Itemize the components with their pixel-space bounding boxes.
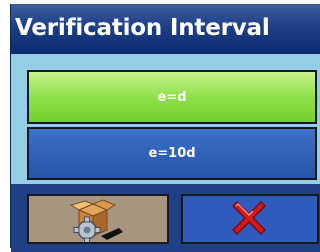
- title-bar: Verification Interval: [11, 4, 320, 54]
- cancel-softkey-button[interactable]: [181, 194, 319, 244]
- options-list: e=d e=10d: [11, 54, 320, 184]
- softkey-bar: [11, 184, 320, 252]
- red-x-cancel-icon: [232, 201, 266, 235]
- dialog-title: Verification Interval: [15, 15, 270, 41]
- option-e-equals-10d[interactable]: e=10d: [27, 127, 317, 180]
- option-e-equals-d[interactable]: e=d: [27, 70, 317, 124]
- option-label: e=d: [157, 89, 187, 105]
- box-gear-icon: [69, 199, 123, 242]
- verification-interval-dialog: Verification Interval e=d e=10d: [10, 4, 320, 252]
- settings-softkey-button[interactable]: [27, 194, 169, 244]
- option-label: e=10d: [148, 146, 196, 161]
